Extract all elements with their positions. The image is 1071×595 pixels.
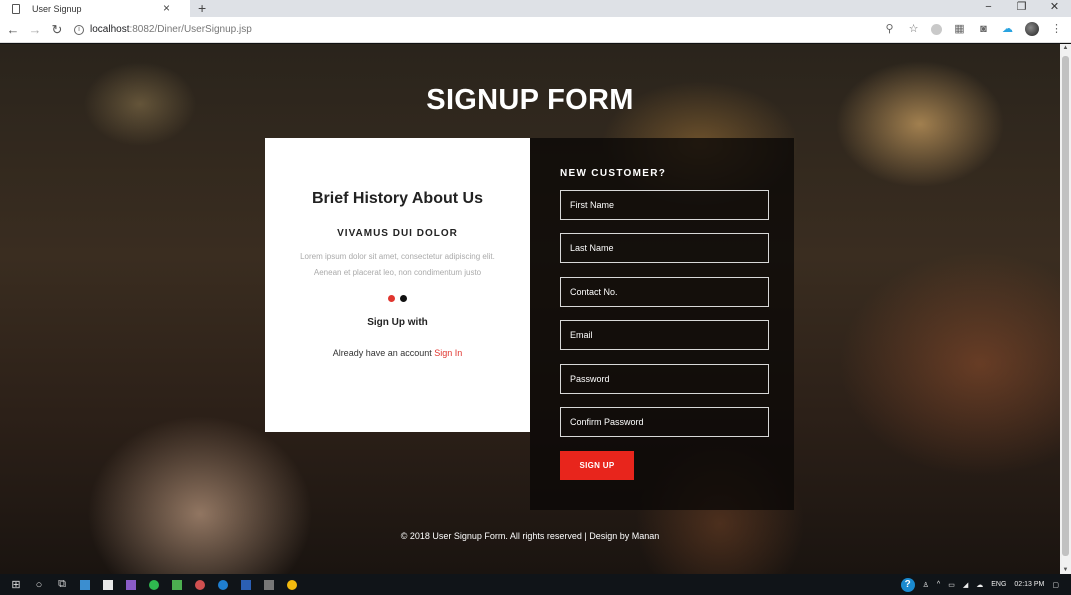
document-icon — [12, 3, 20, 14]
carousel-dot-active[interactable] — [388, 295, 395, 302]
app-icon[interactable] — [190, 574, 210, 595]
email-field[interactable] — [560, 320, 769, 350]
history-heading: Brief History About Us — [312, 190, 483, 207]
clock[interactable]: 02:13 PM — [1014, 581, 1044, 588]
cloud-extension-icon[interactable]: ☁ — [1001, 23, 1014, 36]
windows-start-icon[interactable]: ⊞ — [6, 574, 26, 595]
history-text: Lorem ipsum dolor sit amet, consectetur … — [300, 252, 495, 277]
page-title: SIGNUP FORM — [426, 84, 634, 116]
site-info-icon[interactable]: i — [74, 24, 84, 35]
app-icon[interactable] — [259, 574, 279, 595]
tab-close-icon[interactable]: × — [163, 1, 170, 15]
confirm-password-field[interactable] — [560, 407, 769, 437]
profile-avatar[interactable] — [1025, 22, 1039, 36]
scrollbar-thumb[interactable] — [1062, 56, 1069, 556]
notification-icon[interactable]: ▢ — [1052, 581, 1059, 589]
visual-studio-icon[interactable] — [121, 574, 141, 595]
store-icon[interactable] — [98, 574, 118, 595]
browser-tab-strip: User Signup × + − ❐ ✕ — [0, 0, 1071, 17]
menu-kebab-icon[interactable]: ⋮ — [1050, 23, 1063, 36]
first-name-field[interactable] — [560, 190, 769, 220]
carousel-dot[interactable] — [400, 295, 407, 302]
contact-number-field[interactable] — [560, 277, 769, 307]
tray-chevron-icon[interactable]: ^ — [937, 581, 940, 588]
page-viewport: SIGNUP FORM Brief History About Us VIVAM… — [0, 44, 1060, 574]
close-window-icon[interactable]: ✕ — [1038, 0, 1071, 17]
browser-tab[interactable]: User Signup × — [0, 0, 190, 17]
task-view-icon[interactable]: ⧉ — [52, 574, 72, 595]
history-panel: Brief History About Us VIVAMUS DUI DOLOR… — [265, 138, 530, 432]
os-taskbar: ⊞ ○ ⧉ ? ♙ ^ ▭ ◢ ☁ ENG 02:13 PM ▢ — [0, 574, 1071, 595]
url-field[interactable]: i localhost :8082/Diner/UserSignup.jsp — [74, 19, 864, 41]
scroll-up-icon[interactable]: ▲ — [1060, 45, 1071, 51]
address-bar: ← → ↻ i localhost :8082/Diner/UserSignup… — [0, 17, 1071, 43]
extension-icon[interactable]: ▦ — [953, 23, 966, 36]
carousel-dots — [265, 295, 530, 302]
system-tray: ? ♙ ^ ▭ ◢ ☁ ENG 02:13 PM ▢ — [900, 574, 1071, 595]
new-customer-heading: NEW CUSTOMER? — [560, 168, 667, 179]
maximize-icon[interactable]: ❐ — [1005, 0, 1038, 17]
page-scrollbar[interactable]: ▲ ▼ — [1060, 44, 1071, 574]
url-host: localhost — [90, 24, 130, 35]
scroll-down-icon[interactable]: ▼ — [1060, 567, 1071, 573]
sign-in-link[interactable]: Sign In — [434, 348, 462, 358]
minimize-icon[interactable]: − — [972, 0, 1005, 17]
signup-form-panel: NEW CUSTOMER? SIGN UP — [530, 138, 794, 510]
already-account-label: Already have an account — [332, 348, 435, 358]
camera-icon[interactable]: ◙ — [977, 23, 990, 36]
app-icon[interactable] — [167, 574, 187, 595]
window-controls: − ❐ ✕ — [972, 0, 1071, 17]
history-subheading: VIVAMUS DUI DOLOR — [337, 228, 458, 239]
chrome-icon[interactable] — [282, 574, 302, 595]
back-icon[interactable]: ← — [4, 22, 22, 37]
language-indicator[interactable]: ENG — [991, 581, 1006, 588]
word-icon[interactable] — [236, 574, 256, 595]
last-name-field[interactable] — [560, 233, 769, 263]
taskbar-apps: ⊞ ○ ⧉ — [6, 574, 305, 595]
network-icon[interactable]: ◢ — [963, 581, 968, 589]
edge-icon[interactable] — [213, 574, 233, 595]
help-icon[interactable]: ? — [900, 577, 915, 592]
battery-icon[interactable]: ▭ — [948, 581, 955, 589]
new-tab-button[interactable]: + — [198, 0, 206, 16]
page-footer: © 2018 User Signup Form. All rights rese… — [400, 531, 660, 541]
bookmark-star-icon[interactable]: ☆ — [907, 23, 920, 36]
tab-title: User Signup — [32, 3, 82, 14]
url-path: :8082/Diner/UserSignup.jsp — [129, 24, 252, 35]
sign-up-button[interactable]: SIGN UP — [560, 451, 634, 480]
reload-icon[interactable]: ↻ — [48, 22, 66, 38]
onedrive-icon[interactable]: ☁ — [976, 581, 983, 589]
password-field[interactable] — [560, 364, 769, 394]
zoom-icon[interactable]: ⚲ — [883, 23, 896, 36]
app-icon[interactable] — [75, 574, 95, 595]
whatsapp-icon[interactable] — [144, 574, 164, 595]
already-account-text: Already have an account Sign In — [265, 348, 530, 358]
extension-icon[interactable] — [931, 23, 942, 35]
people-icon[interactable]: ♙ — [923, 581, 929, 589]
search-icon[interactable]: ○ — [29, 574, 49, 595]
signup-with-label: Sign Up with — [367, 317, 428, 328]
browser-toolbar-icons: ⚲ ☆ ▦ ◙ ☁ ⋮ — [883, 22, 1063, 36]
forward-icon[interactable]: → — [26, 22, 44, 37]
